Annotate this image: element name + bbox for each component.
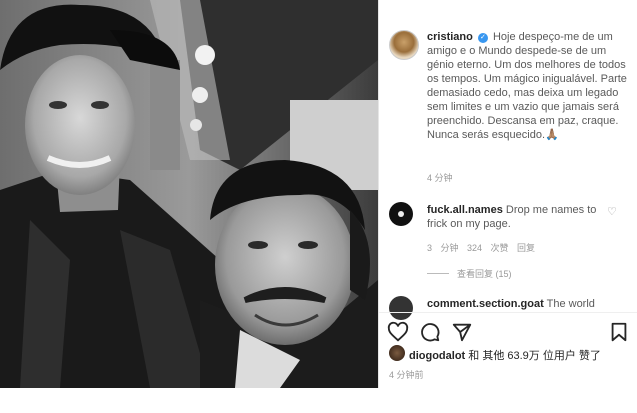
post-time: 4 分钟 xyxy=(427,173,453,183)
comment-2: comment.section.goat The world xyxy=(427,298,627,310)
post-side-panel: cristiano ✓ Hoje despeço-me de um amigo … xyxy=(378,0,637,388)
comment-icon[interactable] xyxy=(419,321,441,343)
comment-1-username[interactable]: fuck.all.names xyxy=(427,204,503,216)
comment-2-text: The world xyxy=(546,298,595,310)
comment-like-heart-icon[interactable]: ♡ xyxy=(607,205,617,218)
likes-summary[interactable]: diogodalot 和 其他 63.9万 位用户 赞了 xyxy=(409,347,601,363)
photo-image xyxy=(0,0,378,388)
cristiano-avatar[interactable] xyxy=(389,30,419,60)
caption-username[interactable]: cristiano xyxy=(427,31,473,43)
bookmark-icon[interactable] xyxy=(608,321,630,343)
verified-badge-icon: ✓ xyxy=(477,33,488,43)
caption-text: Hoje despeço-me de um amigo e o Mundo de… xyxy=(427,31,627,141)
comment-1-meta[interactable]: 3 分钟 324 次赞 回复 xyxy=(427,241,535,254)
liker-username[interactable]: diogodalot xyxy=(409,350,465,362)
comment-1: fuck.all.names Drop me names to frick on… xyxy=(427,203,607,231)
action-bar xyxy=(379,312,637,348)
bottom-strip xyxy=(0,388,637,413)
comment-2-username[interactable]: comment.section.goat xyxy=(427,298,544,310)
heart-icon[interactable] xyxy=(387,321,409,343)
post-timestamp: 4 分钟前 xyxy=(389,370,424,380)
commenter-avatar[interactable] xyxy=(389,202,413,226)
share-icon[interactable] xyxy=(451,321,473,343)
liker-avatar[interactable] xyxy=(389,345,405,361)
post-photo[interactable] xyxy=(0,0,378,388)
instagram-post: cristiano ✓ Hoje despeço-me de um amigo … xyxy=(0,0,637,388)
likes-text: 和 其他 63.9万 位用户 赞了 xyxy=(468,350,601,362)
post-caption: cristiano ✓ Hoje despeço-me de um amigo … xyxy=(427,30,632,142)
view-replies-link[interactable]: 查看回复 (15) xyxy=(427,267,512,280)
